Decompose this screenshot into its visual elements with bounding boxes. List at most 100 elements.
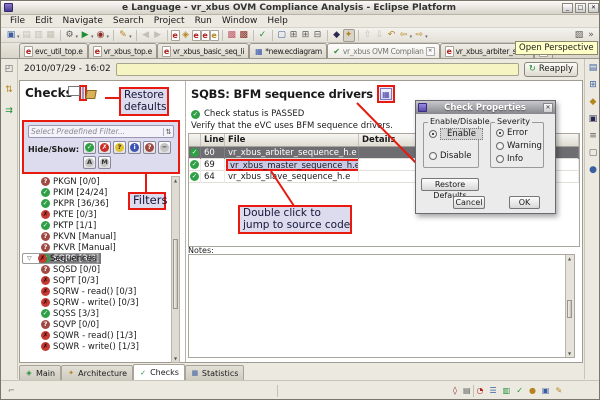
menu-project[interactable]: Project — [149, 16, 190, 26]
restore-defaults-icon[interactable] — [81, 87, 84, 99]
minimize-button[interactable]: _ — [562, 2, 573, 13]
new-wizard-icon[interactable]: ▣ — [5, 29, 17, 42]
maximize-button[interactable]: □ — [575, 2, 586, 13]
orange-dot-icon[interactable]: ● — [529, 386, 536, 395]
link-with-editor-icon[interactable]: ⇉ — [5, 106, 13, 116]
warning-radio-option[interactable]: Warning — [496, 141, 542, 151]
chevron-down-icon[interactable]: ▾ — [107, 34, 110, 40]
bar-chart-icon[interactable]: ▥ — [503, 386, 511, 395]
menu-help[interactable]: Help — [262, 16, 293, 26]
last-edit-icon[interactable]: ↶ — [386, 29, 398, 42]
info-radio-option[interactable]: Info — [496, 154, 523, 164]
problems-view-icon[interactable]: ≡ — [589, 131, 597, 141]
red-doc-icon[interactable]: ▤ — [463, 386, 471, 395]
menu-window[interactable]: Window — [217, 16, 263, 26]
radio-icon[interactable] — [429, 130, 437, 138]
menu-navigate[interactable]: Navigate — [58, 16, 108, 26]
ok-button[interactable]: OK — [509, 196, 540, 209]
compliance-icon[interactable]: ✓ — [257, 29, 269, 42]
show-failed-filter-button[interactable]: ✗ — [98, 141, 112, 154]
perspective-icon[interactable]: ▨ — [573, 29, 585, 42]
back-icon[interactable]: ⇦ — [398, 29, 410, 42]
code-style-icon[interactable]: ✎ — [117, 29, 129, 42]
tab-vr-xbus-top[interactable]: e vr_xbus_top.e — [87, 43, 157, 58]
tree-item[interactable]: ? SQVP [0/0] — [22, 319, 170, 330]
color-stack-icon[interactable]: ☰ — [490, 386, 497, 395]
show-disabled-filter-button[interactable]: − — [158, 141, 172, 154]
combo-spinner-icon[interactable]: ⇅ — [163, 127, 173, 136]
add-view-icon[interactable]: ⊞ — [300, 29, 312, 42]
print-icon[interactable]: ▦ — [45, 29, 57, 42]
e-class-icon[interactable]: e — [200, 29, 210, 41]
dialog-title-bar[interactable]: Check Properties ✕ — [416, 101, 555, 114]
scroll-down-icon[interactable]: ▼ — [566, 351, 573, 356]
unit-maroon-icon[interactable]: ▩ — [238, 29, 250, 42]
e-browser-icon[interactable]: ◈ — [180, 29, 192, 42]
menu-edit[interactable]: Edit — [30, 16, 57, 26]
restore-defaults-button[interactable]: Restore Defaults — [421, 178, 479, 200]
e-module-icon[interactable]: e — [170, 29, 180, 41]
close-tab-icon[interactable]: ✕ — [425, 46, 435, 56]
search-forward-icon[interactable]: ▶ — [152, 29, 164, 42]
menu-file[interactable]: File — [5, 16, 30, 26]
imports-view-icon[interactable]: ◆ — [590, 97, 597, 107]
menu-search[interactable]: Search — [108, 16, 149, 26]
enable-radio-option[interactable]: Enable — [429, 128, 483, 140]
console-view-icon[interactable]: ▢ — [589, 148, 598, 158]
radio-icon[interactable] — [429, 152, 437, 160]
nav-down-icon[interactable]: ⇩ — [374, 29, 386, 42]
fastview-icon[interactable]: ◰ — [5, 64, 14, 74]
radio-icon[interactable] — [496, 155, 504, 163]
tab-vr-xbus-ovm-compliance[interactable]: ✔ vr_xbus OVM Complian ✕ — [326, 43, 440, 58]
scroll-down-icon[interactable]: ▼ — [172, 356, 179, 361]
disable-radio-option[interactable]: Disable — [429, 151, 472, 161]
run-icon[interactable]: ▶ — [79, 29, 91, 42]
external-tools-icon[interactable]: ⚙ — [64, 29, 76, 42]
chevron-down-icon[interactable]: ▾ — [425, 34, 428, 40]
close-button[interactable]: ✕ — [588, 2, 599, 13]
tab-evc-util-top[interactable]: e evc_util_top.e — [19, 43, 88, 58]
twisty-open-icon[interactable]: ▽ — [27, 255, 36, 262]
tree-item[interactable]: ✗ SQPT [0/3] — [22, 275, 170, 286]
chevron-down-icon[interactable]: ▾ — [129, 34, 132, 40]
radio-icon[interactable] — [496, 129, 504, 137]
search-back-icon[interactable]: ◀ — [140, 29, 152, 42]
tab-checks[interactable]: ✓ Checks — [133, 364, 185, 380]
tree-item[interactable]: ✗ PKTE [0/3] — [22, 209, 170, 220]
blue-doc-icon[interactable]: ◔ — [477, 386, 484, 395]
predefined-filter-combo[interactable]: ⇅ — [28, 125, 174, 138]
forward-icon[interactable]: ⇨ — [413, 29, 425, 42]
outline-view-icon[interactable]: ▤ — [589, 63, 598, 73]
unit-red-icon[interactable]: ▩ — [226, 29, 238, 42]
save-icon[interactable]: ▤ — [21, 29, 33, 42]
search-view-icon[interactable]: ● — [589, 165, 597, 175]
chevron-down-icon[interactable]: ▾ — [17, 34, 20, 40]
add-view-icon[interactable]: ⊞ — [288, 29, 300, 42]
radio-icon[interactable] — [496, 142, 504, 150]
show-warning-filter-button[interactable]: ? — [113, 141, 127, 154]
menu-run[interactable]: Run — [190, 16, 217, 26]
scroll-up-icon[interactable]: ▲ — [172, 178, 179, 183]
e-package-icon[interactable]: e — [209, 29, 219, 41]
blue-square-icon[interactable]: ▣ — [542, 386, 550, 395]
e-file-icon[interactable]: e — [191, 29, 201, 41]
tab-vr-xbus-basic-seq[interactable]: e vr_xbus_basic_seq_li — [156, 43, 250, 58]
tree-item[interactable]: ✓ PKTP [1/1] — [22, 220, 170, 231]
show-manual-filter-button[interactable]: ? — [143, 141, 157, 154]
cube-icon[interactable]: ◆ — [331, 29, 343, 42]
debug-icon[interactable]: ◉ — [95, 29, 107, 42]
tab-architecture[interactable]: ✦ Architecture — [61, 365, 134, 380]
green-check-icon[interactable]: ✓ — [516, 386, 523, 395]
reapply-button[interactable]: ↻ Reapply — [523, 61, 578, 77]
sync-icon[interactable]: ⇅ — [5, 85, 13, 95]
chevron-down-icon[interactable]: ▾ — [76, 34, 79, 40]
show-all-filter-button[interactable]: A — [83, 156, 97, 169]
scrollbar-thumb[interactable] — [173, 239, 178, 309]
eraser-icon[interactable]: ◊ — [453, 386, 457, 395]
orange-pencil-icon[interactable]: ✎ — [555, 386, 562, 395]
tree-item[interactable]: ✗ SQRW - read() [0/3] — [22, 286, 170, 297]
annotated-file-cell[interactable]: vr_xbus_master_sequence_h.e — [226, 158, 358, 171]
notes-textarea[interactable] — [189, 255, 565, 357]
tree-item[interactable]: ✓ SQSS [3/3] — [22, 308, 170, 319]
nav-up-icon[interactable]: ⇧ — [362, 29, 374, 42]
